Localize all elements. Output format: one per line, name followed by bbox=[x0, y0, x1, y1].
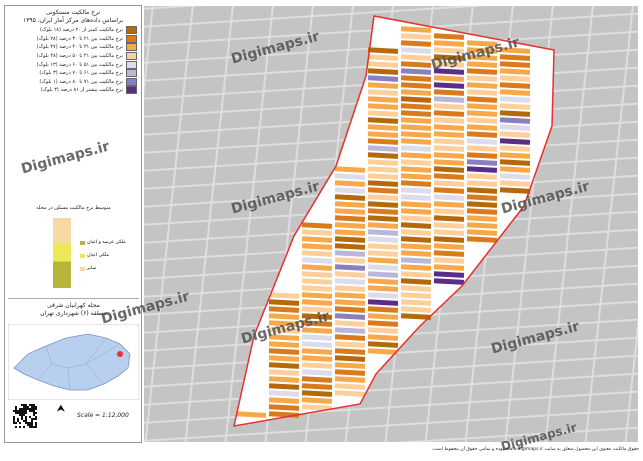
legend-label: نرخ مالکیت بین ۲۱ تا ۳۰ درصد (۲۸ بلوک) bbox=[36, 35, 123, 42]
legend-panel: نرخ مالکیت مستکونی براساس داده‌های مرکز … bbox=[4, 5, 142, 443]
legend-item: نرخ مالکیت بین ۷۱ تا ۸۰ درصد (۱ بلوک) bbox=[5, 77, 141, 87]
chart-legend-swatch bbox=[80, 253, 85, 258]
copyright-credit: حقوق مالکیت معنوی این محصول متعلق به سای… bbox=[431, 447, 639, 452]
bar-segment bbox=[53, 218, 71, 244]
legend-item: نرخ مالکیت بین ۲۱ تا ۳۰ درصد (۲۸ بلوک) bbox=[5, 34, 141, 44]
legend-label: نرخ مالکیت بین ۵۱ تا ۶۰ درصد (۱۳ بلوک) bbox=[36, 61, 123, 68]
legend-swatch bbox=[126, 43, 137, 52]
title-line1: نرخ مالکیت مستکونی bbox=[45, 9, 100, 16]
legend-swatch bbox=[126, 34, 137, 43]
map-canvas bbox=[144, 6, 638, 442]
legend-swatch bbox=[126, 52, 137, 61]
legend-item: نرخ مالکیت کمتر از ۲۰ درصد (۱۸ بلوک) bbox=[5, 26, 141, 35]
legend-label: نرخ مالکیت بین ۳۱ تا ۴۰ درصد (۴۷ بلوک) bbox=[36, 44, 123, 51]
chart-legend-item: ملکی عرصه و اعیان bbox=[80, 240, 126, 245]
legend-swatch bbox=[126, 86, 137, 95]
legend-item: نرخ مالکیت بین ۳۱ تا ۴۰ درصد (۴۷ بلوک) bbox=[5, 43, 141, 52]
legend-swatch bbox=[126, 26, 137, 35]
legend-label: نرخ مالکیت بیشتر از ۸۱ درصد (۳ بلوک) bbox=[40, 87, 123, 94]
legend-swatch bbox=[126, 69, 137, 78]
stacked-bar bbox=[53, 218, 71, 288]
chart-legend-label: سایر bbox=[87, 266, 97, 271]
legend-item: نرخ مالکیت بین ۴۱ تا ۵۰ درصد (۴۸ بلوک) bbox=[5, 52, 141, 61]
legend-item: نرخ مالکیت بیشتر از ۸۱ درصد (۳ بلوک) bbox=[5, 86, 141, 95]
legend-item: نرخ مالکیت بین ۵۱ تا ۶۰ درصد (۱۳ بلوک) bbox=[5, 60, 141, 69]
qr-code bbox=[13, 404, 37, 428]
bar-segment bbox=[53, 243, 71, 262]
legend-label: نرخ مالکیت بین ۷۱ تا ۸۰ درصد (۱ بلوک) bbox=[39, 78, 123, 85]
chart-legend-label: ملکی اعیان bbox=[87, 253, 109, 258]
legend-label: نرخ مالکیت بین ۶۱ تا ۷۰ درصد (۳ بلوک) bbox=[39, 70, 123, 77]
legend-list: نرخ مالکیت کمتر از ۲۰ درصد (۱۸ بلوک) نرخ … bbox=[5, 26, 141, 95]
location-marker bbox=[117, 351, 123, 357]
legend-swatch bbox=[126, 60, 137, 69]
chart-legend-swatch bbox=[80, 266, 85, 271]
chart-legend-item: سایر bbox=[80, 266, 96, 271]
legend-swatch bbox=[126, 77, 137, 86]
legend-label: نرخ مالکیت بین ۴۱ تا ۵۰ درصد (۴۸ بلوک) bbox=[36, 53, 123, 60]
legend-item: نرخ مالکیت بین ۶۱ تا ۷۰ درصد (۳ بلوک) bbox=[5, 69, 141, 78]
chart-legend-item: ملکی اعیان bbox=[80, 253, 109, 258]
title-line2: براساس داده‌های مرکز آمار ایران، ۱۳۹۵ bbox=[22, 17, 124, 24]
scale-text: Scale = 1:12,000 bbox=[77, 412, 129, 419]
chart-title: متوسط نرخ مالکیت مسکن در محله bbox=[36, 205, 111, 211]
map-title: نرخ مالکیت مستکونی براساس داده‌های مرکز … bbox=[5, 6, 141, 25]
ownership-chart: متوسط نرخ مالکیت مسکن در محله ملکی عرصه … bbox=[8, 204, 139, 292]
locator-map bbox=[8, 324, 139, 400]
legend-label: نرخ مالکیت کمتر از ۲۰ درصد (۱۸ بلوک) bbox=[39, 27, 123, 34]
chart-legend-swatch bbox=[80, 240, 85, 245]
north-arrow-icon: ⮝ bbox=[57, 404, 65, 414]
bar-segment bbox=[53, 261, 71, 288]
chart-legend-label: ملکی عرصه و اعیان bbox=[87, 240, 126, 245]
